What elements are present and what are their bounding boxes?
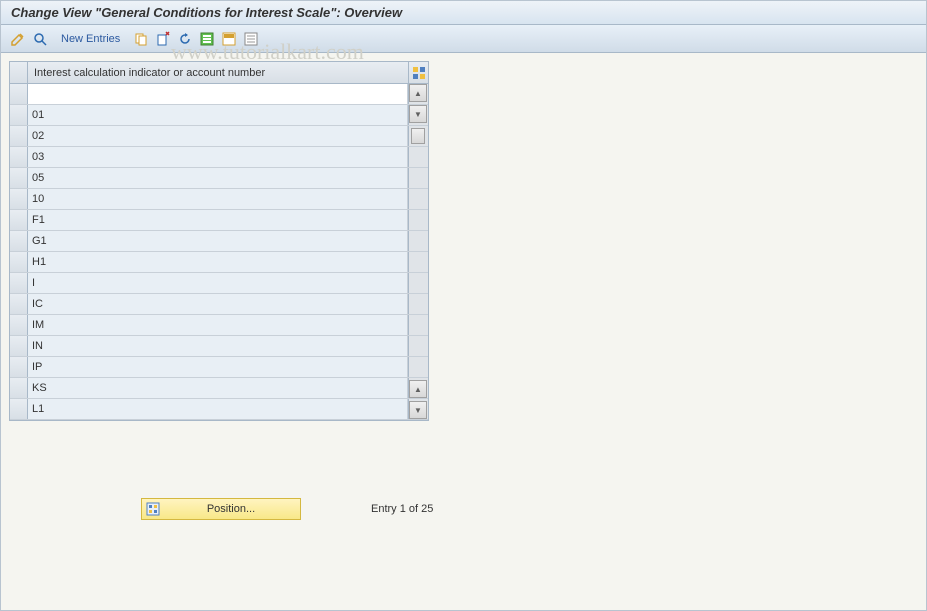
- entry-status: Entry 1 of 25: [371, 503, 433, 515]
- position-button[interactable]: Position...: [141, 498, 301, 520]
- table-row[interactable]: L1 ▼: [10, 399, 428, 420]
- table-row[interactable]: I: [10, 273, 428, 294]
- table-row[interactable]: KS ▲: [10, 378, 428, 399]
- cell-value[interactable]: 05: [28, 168, 408, 188]
- row-selector[interactable]: [10, 210, 28, 230]
- select-all-rows[interactable]: [10, 62, 28, 83]
- table-row[interactable]: H1: [10, 252, 428, 273]
- position-label: Position...: [166, 503, 296, 515]
- row-selector[interactable]: [10, 105, 28, 125]
- cell-value[interactable]: H1: [28, 252, 408, 272]
- row-selector[interactable]: [10, 126, 28, 146]
- table-row[interactable]: 01 ▼: [10, 105, 428, 126]
- table-row[interactable]: ▲: [10, 84, 428, 105]
- undo-icon[interactable]: [176, 30, 194, 48]
- select-all-icon[interactable]: [198, 30, 216, 48]
- deselect-all-icon[interactable]: [242, 30, 260, 48]
- row-selector[interactable]: [10, 231, 28, 251]
- row-selector[interactable]: [10, 147, 28, 167]
- table-row[interactable]: G1: [10, 231, 428, 252]
- new-entries-button[interactable]: New Entries: [55, 31, 126, 47]
- cell-value[interactable]: KS: [28, 378, 408, 398]
- row-selector[interactable]: [10, 378, 28, 398]
- row-selector[interactable]: [10, 273, 28, 293]
- cell-value[interactable]: [28, 84, 408, 104]
- table-row[interactable]: 02: [10, 126, 428, 147]
- cell-value[interactable]: 10: [28, 189, 408, 209]
- cell-value[interactable]: 02: [28, 126, 408, 146]
- cell-value[interactable]: 01: [28, 105, 408, 125]
- delete-icon[interactable]: [154, 30, 172, 48]
- position-icon: [146, 502, 160, 516]
- table-settings-icon[interactable]: [408, 62, 428, 83]
- table-container: Interest calculation indicator or accoun…: [9, 61, 429, 421]
- scroll-up-bottom-button[interactable]: ▲: [409, 380, 427, 398]
- table-row[interactable]: F1: [10, 210, 428, 231]
- page-title: Change View "General Conditions for Inte…: [11, 5, 402, 20]
- column-header[interactable]: Interest calculation indicator or accoun…: [28, 62, 408, 83]
- row-selector[interactable]: [10, 357, 28, 377]
- scroll-up-button[interactable]: ▲: [409, 84, 427, 102]
- scroll-down-top-button[interactable]: ▼: [409, 105, 427, 123]
- change-icon[interactable]: [9, 30, 27, 48]
- row-selector[interactable]: [10, 252, 28, 272]
- cell-value[interactable]: L1: [28, 399, 408, 419]
- cell-value[interactable]: I: [28, 273, 408, 293]
- table-row[interactable]: IM: [10, 315, 428, 336]
- row-selector[interactable]: [10, 168, 28, 188]
- footer: Position... Entry 1 of 25: [1, 498, 926, 520]
- select-block-icon[interactable]: [220, 30, 238, 48]
- table-row[interactable]: 05: [10, 168, 428, 189]
- table-row[interactable]: 10: [10, 189, 428, 210]
- cell-value[interactable]: 03: [28, 147, 408, 167]
- cell-value[interactable]: IN: [28, 336, 408, 356]
- scroll-down-button[interactable]: ▼: [409, 401, 427, 419]
- table-row[interactable]: IN: [10, 336, 428, 357]
- cell-value[interactable]: IC: [28, 294, 408, 314]
- table-body: ▲ 01 ▼ 02 03 05: [10, 84, 428, 420]
- row-selector[interactable]: [10, 294, 28, 314]
- copy-icon[interactable]: [132, 30, 150, 48]
- row-selector[interactable]: [10, 315, 28, 335]
- row-selector[interactable]: [10, 336, 28, 356]
- table-row[interactable]: IP: [10, 357, 428, 378]
- row-selector[interactable]: [10, 84, 28, 104]
- row-selector[interactable]: [10, 189, 28, 209]
- table-row[interactable]: 03: [10, 147, 428, 168]
- title-bar: Change View "General Conditions for Inte…: [1, 1, 926, 25]
- table-row[interactable]: IC: [10, 294, 428, 315]
- toolbar: New Entries: [1, 25, 926, 53]
- content-area: Interest calculation indicator or accoun…: [1, 53, 926, 429]
- row-selector[interactable]: [10, 399, 28, 419]
- scroll-thumb[interactable]: [411, 128, 425, 144]
- cell-value[interactable]: G1: [28, 231, 408, 251]
- cell-value[interactable]: IM: [28, 315, 408, 335]
- table-header-row: Interest calculation indicator or accoun…: [10, 62, 428, 84]
- details-icon[interactable]: [31, 30, 49, 48]
- cell-value[interactable]: F1: [28, 210, 408, 230]
- cell-value[interactable]: IP: [28, 357, 408, 377]
